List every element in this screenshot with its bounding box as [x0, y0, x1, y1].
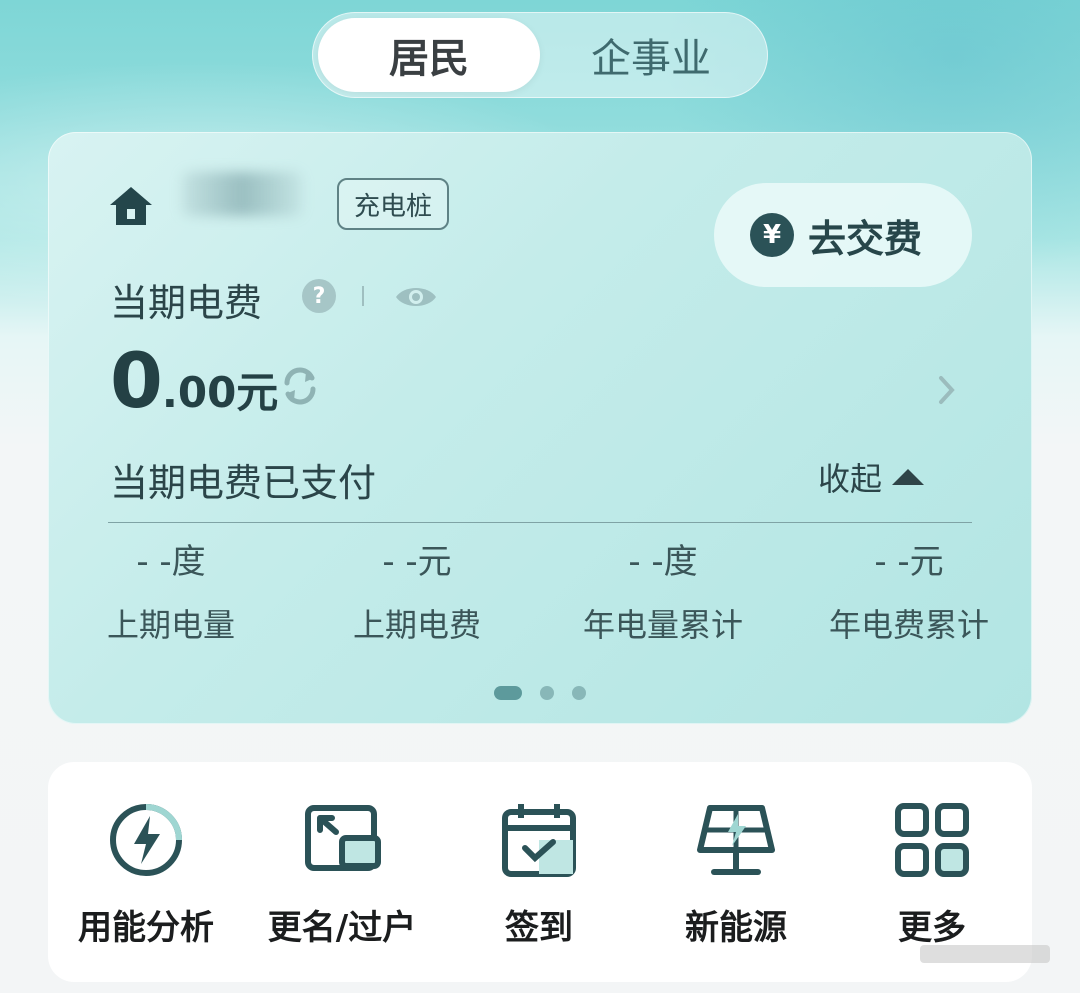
- stat-value: - -度: [628, 542, 698, 582]
- service-rename-transfer[interactable]: 更名/过户: [244, 800, 440, 949]
- current-bill-label: 当期电费: [110, 281, 263, 325]
- bill-amount: 0.00元: [110, 336, 278, 425]
- service-label: 签到: [505, 908, 573, 948]
- watermark-logo: [920, 945, 1050, 963]
- grid-more-icon: [895, 803, 969, 877]
- carousel-indicator: [494, 686, 604, 700]
- service-label: 用能分析: [78, 908, 214, 948]
- stat-annual-fee[interactable]: - -元 年电费累计: [786, 536, 1032, 652]
- carousel-dot[interactable]: [572, 686, 586, 700]
- chevron-right-icon[interactable]: [936, 374, 958, 406]
- account-number-masked: [182, 172, 302, 216]
- divider-vertical: [362, 286, 364, 306]
- stat-label: 年电量累计: [582, 606, 743, 644]
- service-more[interactable]: 更多: [834, 800, 1030, 949]
- stat-value: - -元: [382, 542, 452, 582]
- stat-label: 上期电量: [106, 606, 235, 644]
- charging-pile-tag: 充电桩: [337, 178, 449, 230]
- divider: [108, 522, 972, 523]
- stat-last-period-usage[interactable]: - -度 上期电量: [48, 536, 294, 652]
- stat-value: - -度: [136, 542, 206, 582]
- triangle-up-icon: [892, 469, 925, 485]
- payment-status: 当期电费已支付: [110, 461, 377, 505]
- pay-button-label: 去交费: [808, 216, 923, 261]
- refresh-icon[interactable]: [280, 366, 320, 406]
- collapse-toggle[interactable]: 收起: [818, 454, 925, 500]
- service-energy-analysis[interactable]: 用能分析: [48, 800, 244, 949]
- stat-value: - -元: [874, 542, 944, 582]
- eye-icon[interactable]: [394, 282, 438, 312]
- service-label: 更名/过户: [267, 908, 417, 948]
- home-icon: [110, 187, 152, 225]
- service-label: 新能源: [685, 908, 787, 948]
- service-new-energy[interactable]: 新能源: [638, 800, 834, 949]
- help-icon[interactable]: ?: [302, 279, 336, 313]
- pay-button[interactable]: ¥ 去交费: [714, 183, 972, 287]
- collapse-label: 收起: [818, 460, 883, 498]
- tab-residential[interactable]: 居民: [318, 18, 540, 92]
- stat-label: 年电费累计: [828, 606, 989, 644]
- carousel-dot-active[interactable]: [494, 686, 522, 700]
- yen-icon: ¥: [750, 213, 794, 257]
- amount-decimal: .00元: [161, 368, 279, 417]
- usage-stats: - -度 上期电量 - -元 上期电费 - -度 年电量累计 - -元 年电费累…: [48, 536, 1032, 656]
- customer-type-switch: 居民 企事业: [312, 12, 768, 98]
- stat-last-period-fee[interactable]: - -元 上期电费: [294, 536, 540, 652]
- energy-analysis-icon: [110, 804, 182, 876]
- amount-integer: 0: [110, 336, 163, 425]
- stat-annual-usage[interactable]: - -度 年电量累计: [540, 536, 786, 652]
- tab-enterprise[interactable]: 企事业: [540, 18, 762, 92]
- solar-panel-icon: [697, 805, 775, 875]
- calendar-check-icon: [502, 804, 576, 877]
- carousel-dot[interactable]: [540, 686, 554, 700]
- stat-label: 上期电费: [352, 606, 481, 644]
- rename-transfer-icon: [305, 805, 381, 871]
- services-panel: 用能分析 更名/过户 签到 新能源 更多: [48, 762, 1032, 982]
- service-check-in[interactable]: 签到: [441, 800, 637, 949]
